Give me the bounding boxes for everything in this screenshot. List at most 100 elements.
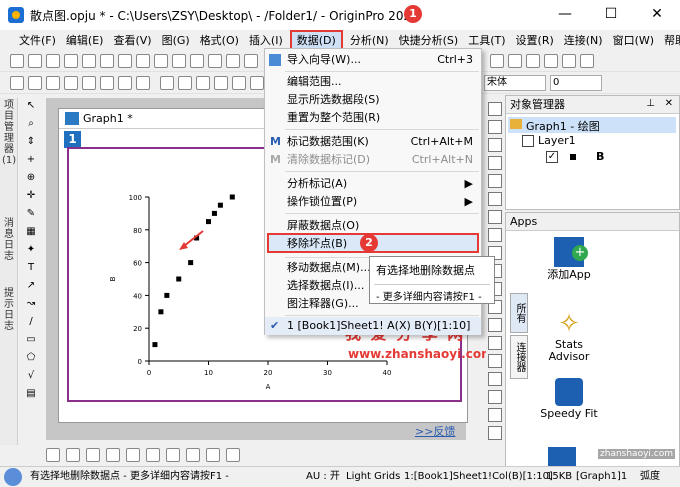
menu-file[interactable]: 文件(F) xyxy=(14,32,61,48)
mask-tool-icon[interactable]: ▦ xyxy=(23,226,39,240)
specialized-plot-icon[interactable] xyxy=(206,448,220,462)
menu-item-reset-range[interactable]: 重置为整个范围(R) xyxy=(265,109,481,127)
plot-checkbox[interactable]: ✓ xyxy=(546,151,558,163)
new-project-icon[interactable] xyxy=(10,54,24,68)
menu-quick-analysis[interactable]: 快捷分析(S) xyxy=(394,32,464,48)
area-plot-icon[interactable] xyxy=(126,448,140,462)
app-stats-advisor[interactable]: ✧ Stats Advisor xyxy=(534,309,604,363)
app-next-icon[interactable] xyxy=(548,447,576,467)
data-reader-icon[interactable] xyxy=(544,54,558,68)
align-layers-icon[interactable] xyxy=(488,318,502,332)
axis-tool-icon[interactable] xyxy=(488,120,502,134)
copy-page-icon[interactable] xyxy=(172,54,186,68)
menu-analysis[interactable]: 分析(N) xyxy=(345,32,394,48)
layer-tool-icon[interactable] xyxy=(488,102,502,116)
search-icon[interactable] xyxy=(4,468,22,486)
minimize-button[interactable]: — xyxy=(542,0,588,30)
new-matrix-icon[interactable] xyxy=(64,54,78,68)
menu-item-edit-range[interactable]: 编辑范围... xyxy=(265,73,481,91)
cascade-icon[interactable] xyxy=(488,390,502,404)
menu-item-clear-marks[interactable]: M 清除数据标记(D) Ctrl+Alt+N xyxy=(265,151,481,169)
menu-settings[interactable]: 设置(R) xyxy=(511,32,559,48)
tile-icon[interactable] xyxy=(488,372,502,386)
align-icon[interactable] xyxy=(160,76,174,90)
color-icon[interactable] xyxy=(196,76,210,90)
line-tool-icon[interactable]: / xyxy=(23,316,39,330)
scatter-plot-icon[interactable] xyxy=(86,448,100,462)
menu-view[interactable]: 查看(V) xyxy=(108,32,156,48)
refresh-layer-icon[interactable] xyxy=(488,174,502,188)
smart-hint-log-tab[interactable]: 提示日志 xyxy=(2,288,16,332)
fit-page-icon[interactable] xyxy=(488,408,502,422)
new-notes-icon[interactable] xyxy=(82,54,96,68)
image-icon[interactable] xyxy=(488,354,502,368)
line-plot-icon[interactable] xyxy=(46,448,60,462)
menu-data[interactable]: 数据(D) xyxy=(289,30,343,50)
menu-item-mark-range[interactable]: M 标记数据范围(K) Ctrl+Alt+M xyxy=(265,133,481,151)
menu-insert[interactable]: 插入(I) xyxy=(244,32,288,48)
app-add-app[interactable]: + 添加App xyxy=(534,237,604,281)
curved-arrow-tool-icon[interactable]: ↝ xyxy=(23,298,39,312)
apps-icon[interactable] xyxy=(580,54,594,68)
ungroup-icon[interactable] xyxy=(136,76,150,90)
layer-icon[interactable] xyxy=(526,54,540,68)
panel-close-icon[interactable]: ✕ xyxy=(665,98,673,109)
arrow-right-icon[interactable] xyxy=(28,76,42,90)
italic-icon[interactable] xyxy=(250,76,264,90)
menu-format[interactable]: 格式(O) xyxy=(195,32,244,48)
insert-graph-tool-icon[interactable]: ▤ xyxy=(23,388,39,402)
code-builder-icon[interactable] xyxy=(226,54,240,68)
apps-tab-connectors[interactable]: 连接器 xyxy=(510,335,528,379)
export-icon[interactable] xyxy=(488,426,502,440)
menu-item-dataset-1[interactable]: ✔ 1 [Book1]Sheet1! A(X) B(Y)[1:10] xyxy=(265,317,481,335)
project-manager-tab[interactable]: 项目管理器 (1) xyxy=(2,100,16,166)
status-grids[interactable]: Light Grids xyxy=(346,467,400,487)
arrow-left-icon[interactable] xyxy=(10,76,24,90)
feedback-link[interactable]: >>反馈 xyxy=(415,423,455,439)
menu-window[interactable]: 窗口(W) xyxy=(608,32,659,48)
arrow-tool-icon[interactable]: ↗ xyxy=(23,280,39,294)
zoom-tool-icon[interactable]: ⌕ xyxy=(23,118,39,132)
template-icon[interactable] xyxy=(226,448,240,462)
app-speedy-fit[interactable]: Speedy Fit xyxy=(534,378,604,420)
duplicate-icon[interactable] xyxy=(208,54,222,68)
open-icon[interactable] xyxy=(100,54,114,68)
extract-layers-icon[interactable] xyxy=(488,228,502,242)
send-back-icon[interactable] xyxy=(100,76,114,90)
refresh-icon[interactable] xyxy=(190,54,204,68)
data-reader-tool-icon[interactable]: + xyxy=(23,154,39,168)
bold-icon[interactable] xyxy=(232,76,246,90)
cursor-tool-icon[interactable]: ⊕ xyxy=(23,172,39,186)
menu-item-analysis-markers[interactable]: 分析标记(A) ▶ xyxy=(265,175,481,193)
rescale-icon[interactable] xyxy=(508,54,522,68)
polygon-tool-icon[interactable]: ⬠ xyxy=(23,352,39,366)
screen-reader-icon[interactable] xyxy=(562,54,576,68)
font-color-icon[interactable] xyxy=(214,76,228,90)
pointer-tool-icon[interactable]: ↖ xyxy=(23,100,39,114)
status-au[interactable]: AU : 开 xyxy=(306,467,340,487)
font-select[interactable]: 宋体 xyxy=(484,75,546,91)
shrink-icon[interactable] xyxy=(46,76,60,90)
draw-data-tool-icon[interactable]: ✦ xyxy=(23,244,39,258)
menu-edit[interactable]: 编辑(E) xyxy=(61,32,109,48)
status-unit[interactable]: 弧度 xyxy=(640,467,660,487)
group-icon[interactable] xyxy=(118,76,132,90)
tree-root-row[interactable]: Graph1 - 绘图 xyxy=(508,117,676,133)
apps-tab-all[interactable]: 所有 xyxy=(510,293,528,333)
distribute-icon[interactable] xyxy=(178,76,192,90)
pie-plot-icon[interactable] xyxy=(106,448,120,462)
maximize-button[interactable]: ☐ xyxy=(588,0,634,30)
layer-number-badge[interactable]: 1 xyxy=(64,131,81,148)
plot-tool-icon[interactable] xyxy=(488,138,502,152)
import-icon[interactable] xyxy=(136,54,150,68)
menu-item-import-wizard[interactable]: 导入向导(W)... Ctrl+3 xyxy=(265,51,481,69)
layer-checkbox[interactable] xyxy=(522,135,534,147)
3d-plot-icon[interactable] xyxy=(146,448,160,462)
new-workbook-icon[interactable] xyxy=(28,54,42,68)
statistics-plot-icon[interactable] xyxy=(186,448,200,462)
new-graph-icon[interactable] xyxy=(46,54,60,68)
menu-item-show-selected[interactable]: 显示所选数据段(S) xyxy=(265,91,481,109)
table-icon[interactable] xyxy=(488,336,502,350)
equation-tool-icon[interactable]: √ xyxy=(23,370,39,384)
menu-connect[interactable]: 连接(N) xyxy=(559,32,608,48)
